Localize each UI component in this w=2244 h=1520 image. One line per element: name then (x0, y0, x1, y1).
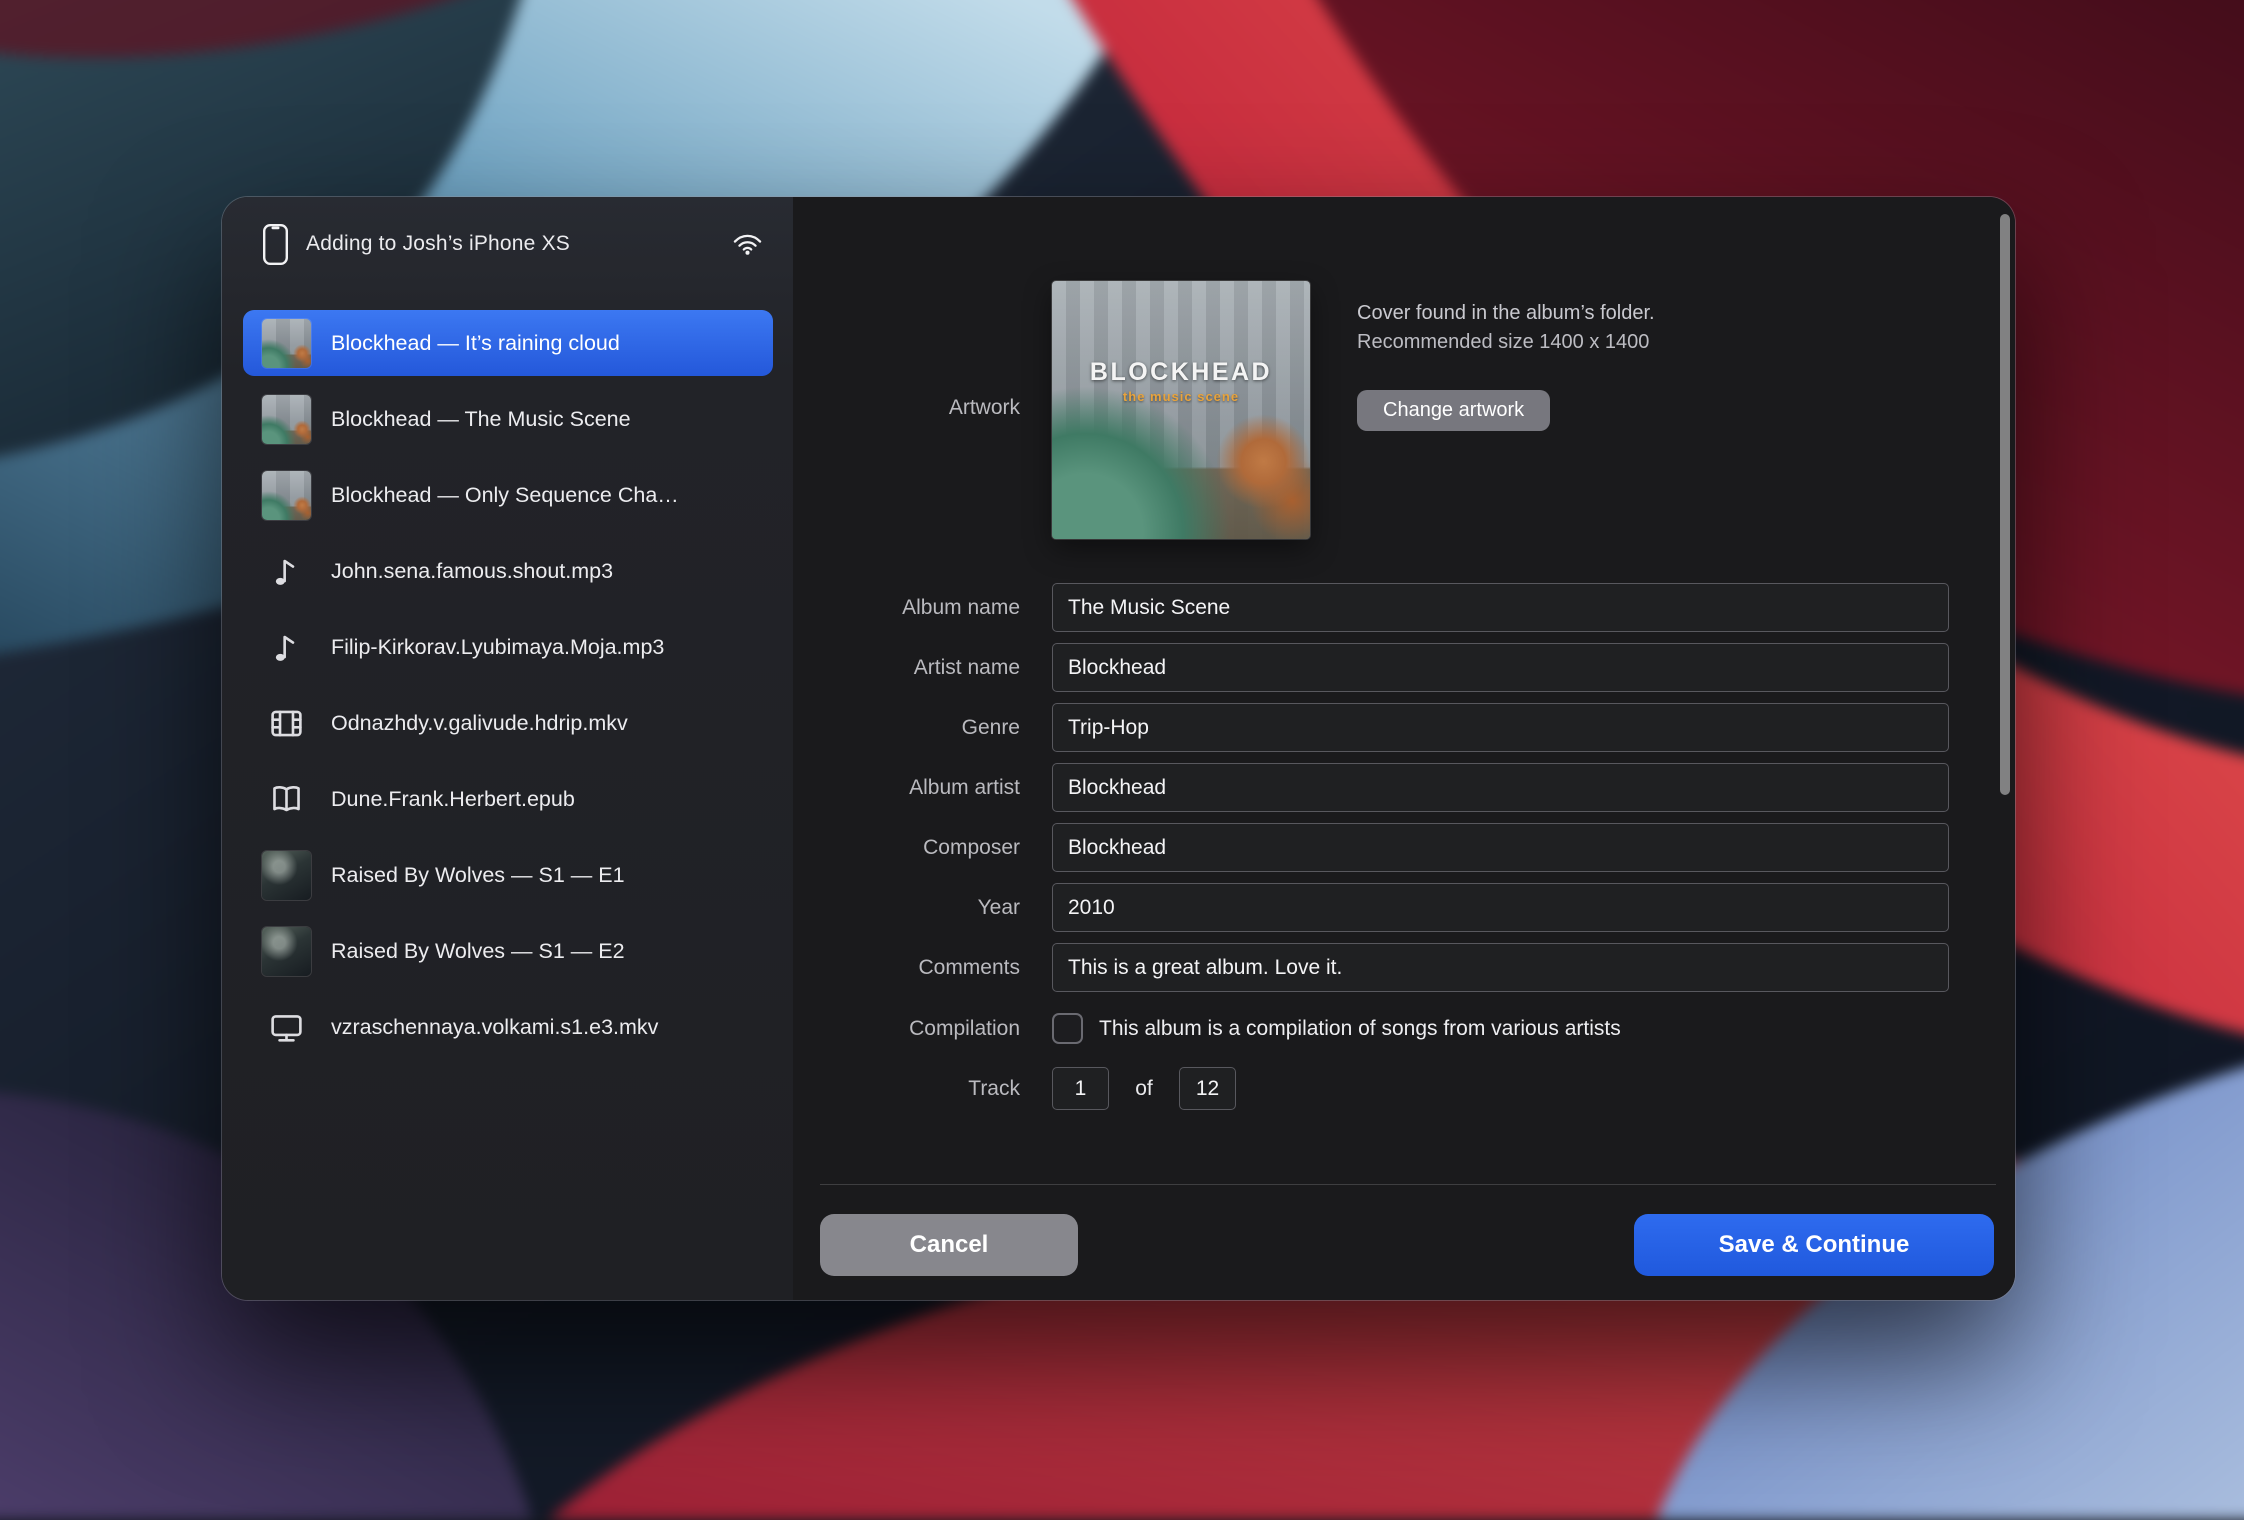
form-field-row: Genre (793, 703, 1949, 752)
file-list-item[interactable]: John.sena.famous.shout.mp3 (243, 538, 773, 604)
cover-title: BLOCKHEAD (1052, 358, 1310, 387)
artwork-note-2: Recommended size 1400 x 1400 (1357, 328, 1655, 357)
file-list-item[interactable]: Blockhead — The Music Scene (243, 386, 773, 452)
file-list-item[interactable]: Odnazhdy.v.galivude.hdrip.mkv (243, 690, 773, 756)
video-thumbnail (262, 927, 311, 976)
file-icon (262, 623, 311, 672)
genre-input[interactable] (1052, 703, 1949, 752)
form-field-row: Year (793, 883, 1949, 932)
track-of-label: of (1123, 1077, 1165, 1101)
music-note-icon (268, 553, 305, 590)
artist-name-input[interactable] (1052, 643, 1949, 692)
album-art-thumbnail (262, 319, 311, 368)
form-field-row: Album name (793, 583, 1949, 632)
field-label: Year (793, 883, 1020, 932)
field-label: Album artist (793, 763, 1020, 812)
transfer-dialog-window: Adding to Josh’s iPhone XS Blockhead — I… (222, 197, 2015, 1300)
file-list-item[interactable]: Blockhead — It’s raining cloud (243, 310, 773, 376)
album-art-thumbnail (262, 471, 311, 520)
vertical-scrollbar[interactable] (2000, 214, 2010, 795)
book-icon (268, 781, 305, 818)
album-cover-illustration: BLOCKHEAD the music scene (1052, 281, 1310, 539)
footer-divider (820, 1184, 1996, 1185)
display-icon (268, 1009, 305, 1046)
track-row: Track of (793, 1064, 1236, 1113)
year-input[interactable] (1052, 883, 1949, 932)
field-label: Album name (793, 583, 1020, 632)
album-name-input[interactable] (1052, 583, 1949, 632)
comments-input[interactable] (1052, 943, 1949, 992)
file-list-item[interactable]: Dune.Frank.Herbert.epub (243, 766, 773, 832)
file-list-item[interactable]: vzraschennaya.volkami.s1.e3.mkv (243, 994, 773, 1060)
file-list: Blockhead — It’s raining cloud Blockhead… (243, 310, 773, 1070)
form-field-row: Composer (793, 823, 1949, 872)
artwork-note-1: Cover found in the album’s folder. (1357, 299, 1655, 328)
file-list-item-label: vzraschennaya.volkami.s1.e3.mkv (331, 1015, 662, 1040)
file-list-item-label: Blockhead — The Music Scene (331, 407, 635, 432)
film-icon (268, 705, 305, 742)
metadata-panel: Artwork BLOCKHEAD the music scene Cover … (793, 197, 2015, 1300)
file-list-item-label: Blockhead — It’s raining cloud (331, 331, 624, 356)
file-list-item-label: Raised By Wolves — S1 — E2 (331, 939, 629, 964)
metadata-form: Album name Artist name Genre Album artis… (793, 583, 1949, 1003)
file-list-item-label: Blockhead — Only Sequence Cha… (331, 483, 683, 508)
file-icon (262, 395, 311, 444)
field-label: Genre (793, 703, 1020, 752)
file-icon (262, 775, 311, 824)
form-field-row: Artist name (793, 643, 1949, 692)
change-artwork-button[interactable]: Change artwork (1357, 390, 1550, 431)
file-list-item[interactable]: Filip-Kirkorav.Lyubimaya.Moja.mp3 (243, 614, 773, 680)
file-list-item-label: Odnazhdy.v.galivude.hdrip.mkv (331, 711, 632, 736)
save-continue-button[interactable]: Save & Continue (1634, 1214, 1994, 1276)
file-list-item-label: Dune.Frank.Herbert.epub (331, 787, 579, 812)
compilation-label: Compilation (793, 1017, 1020, 1041)
track-number-input[interactable] (1052, 1067, 1109, 1110)
album-art-thumbnail (262, 395, 311, 444)
track-total-input[interactable] (1179, 1067, 1236, 1110)
wifi-icon (732, 232, 763, 256)
compilation-description: This album is a compilation of songs fro… (1099, 1017, 1621, 1041)
form-field-row: Comments (793, 943, 1949, 992)
composer-input[interactable] (1052, 823, 1949, 872)
form-field-row: Album artist (793, 763, 1949, 812)
cover-subtitle: the music scene (1052, 389, 1310, 404)
field-label: Artist name (793, 643, 1020, 692)
compilation-row: Compilation This album is a compilation … (793, 1004, 1621, 1053)
field-label: Comments (793, 943, 1020, 992)
file-icon (262, 319, 311, 368)
iphone-icon (262, 223, 289, 266)
field-label: Composer (793, 823, 1020, 872)
sidebar-header: Adding to Josh’s iPhone XS (222, 197, 793, 281)
file-list-item[interactable]: Raised By Wolves — S1 — E1 (243, 842, 773, 908)
file-icon (262, 699, 311, 748)
file-list-item[interactable]: Raised By Wolves — S1 — E2 (243, 918, 773, 984)
album-artist-input[interactable] (1052, 763, 1949, 812)
compilation-checkbox[interactable] (1052, 1013, 1083, 1044)
artwork-info: Cover found in the album’s folder. Recom… (1357, 299, 1655, 431)
file-list-item-label: John.sena.famous.shout.mp3 (331, 559, 617, 584)
music-note-icon (268, 629, 305, 666)
sidebar: Adding to Josh’s iPhone XS Blockhead — I… (222, 197, 793, 1300)
sidebar-title: Adding to Josh’s iPhone XS (306, 232, 570, 256)
file-list-item-label: Filip-Kirkorav.Lyubimaya.Moja.mp3 (331, 635, 668, 660)
video-thumbnail (262, 851, 311, 900)
file-list-item-label: Raised By Wolves — S1 — E1 (331, 863, 629, 888)
file-list-item[interactable]: Blockhead — Only Sequence Cha… (243, 462, 773, 528)
artwork-label: Artwork (793, 396, 1020, 420)
track-label: Track (793, 1077, 1020, 1101)
file-icon (262, 851, 311, 900)
file-icon (262, 927, 311, 976)
file-icon (262, 547, 311, 596)
file-icon (262, 1003, 311, 1052)
file-icon (262, 471, 311, 520)
cancel-button[interactable]: Cancel (820, 1214, 1078, 1276)
album-cover-art: BLOCKHEAD the music scene (1052, 281, 1310, 539)
